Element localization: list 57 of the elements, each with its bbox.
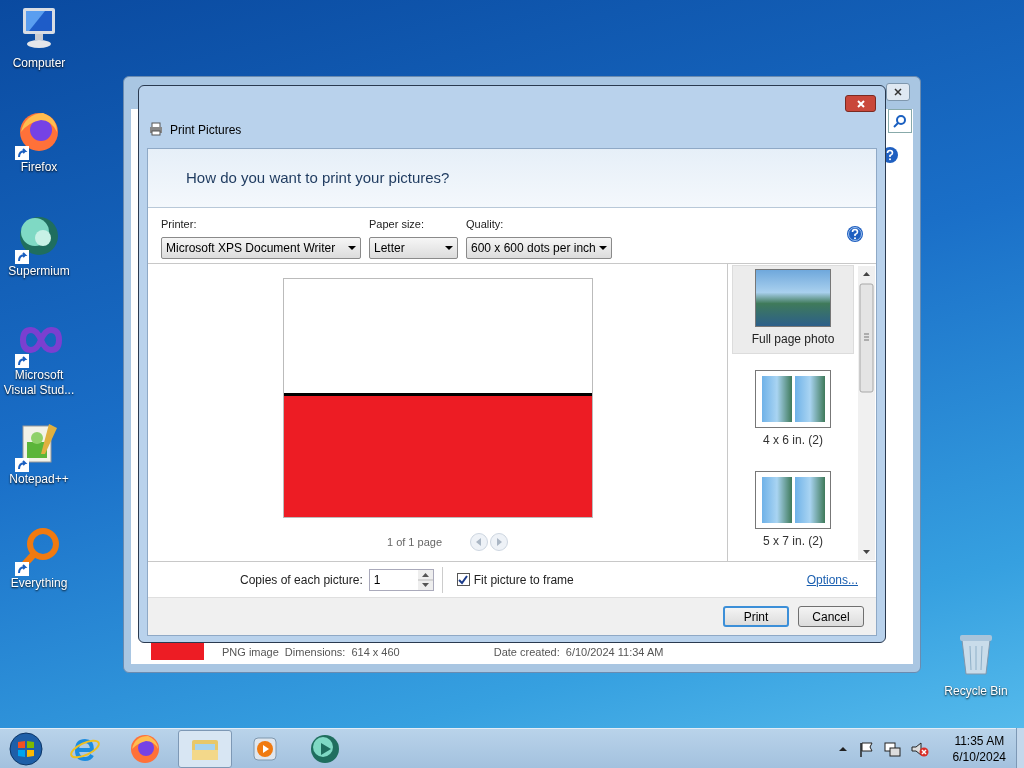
- close-button[interactable]: [886, 83, 910, 101]
- shortcut-arrow-icon: [15, 146, 29, 160]
- scrollbar[interactable]: [858, 266, 875, 560]
- spinner-arrows-icon[interactable]: [417, 569, 433, 590]
- start-button[interactable]: [9, 731, 43, 766]
- number-field[interactable]: 1: [368, 568, 434, 591]
- field-label: Quality:: [466, 217, 505, 232]
- shortcut-arrow-icon: [15, 562, 29, 576]
- dropdown[interactable]: Letter: [369, 236, 458, 259]
- close-button[interactable]: [845, 95, 876, 112]
- icon-label[interactable]: Microsoft Visual Stud...: [0, 368, 78, 398]
- firefox-icon: [129, 732, 161, 765]
- shortcut-arrow-icon: [15, 354, 29, 368]
- network-icon[interactable]: [883, 740, 901, 757]
- layout-option[interactable]: Full page photo: [732, 265, 854, 354]
- icon-label[interactable]: Everything: [10, 576, 68, 591]
- icon-label[interactable]: Computer: [12, 56, 66, 71]
- flag-icon[interactable]: [857, 740, 874, 757]
- detail-text: 6/10/2024 11:34 AM: [565, 644, 664, 660]
- close-icon: [893, 87, 903, 97]
- dropdown[interactable]: Microsoft XPS Document Writer: [161, 236, 361, 259]
- icon-label[interactable]: Notepad++: [9, 472, 69, 487]
- icon-label[interactable]: Firefox: [20, 160, 58, 175]
- search-button[interactable]: [888, 109, 912, 133]
- layout-option[interactable]: 5 x 7 in. (2): [732, 467, 854, 556]
- dialog-heading: How do you want to print your pictures?: [186, 167, 450, 188]
- caret-icon: [445, 245, 453, 250]
- field-label: Printer:: [161, 217, 198, 232]
- page-count: 1 of 1 page: [386, 534, 443, 550]
- dialog-button[interactable]: Cancel: [798, 606, 864, 627]
- printer-icon: [149, 122, 163, 136]
- search-icon: [893, 114, 907, 128]
- field-label: Copies of each picture:: [240, 571, 363, 589]
- detail-text: PNG image: [222, 644, 279, 660]
- layout-option[interactable]: 4 x 6 in. (2): [732, 366, 854, 455]
- window-title: Print Pictures: [170, 122, 242, 139]
- clock[interactable]: 11:35 AM 6/10/2024: [952, 732, 1006, 765]
- sphere-icon: [309, 732, 341, 765]
- detail-text: Date created:: [493, 644, 560, 660]
- close-icon: [855, 98, 866, 109]
- shortcut-arrow-icon: [15, 250, 29, 264]
- options-link[interactable]: Options...: [806, 570, 858, 589]
- caret-icon: [599, 245, 607, 250]
- checkbox[interactable]: [456, 573, 470, 586]
- detail-text: Dimensions:: [284, 644, 346, 660]
- detail-text: 614 x 460: [351, 644, 400, 660]
- show-hidden-icons-button[interactable]: [837, 744, 848, 753]
- checkbox-label: Fit picture to frame: [473, 571, 574, 589]
- shortcut-arrow-icon: [15, 458, 29, 472]
- checkmark-icon: [458, 574, 469, 585]
- icon-label[interactable]: Supermium: [8, 264, 70, 279]
- dialog-button[interactable]: Print: [723, 606, 789, 627]
- dropdown[interactable]: 600 x 600 dots per inch: [466, 236, 612, 259]
- caret-icon: [348, 245, 356, 250]
- field-label: Paper size:: [369, 217, 426, 232]
- help-icon[interactable]: [847, 226, 863, 242]
- muted-volume-icon[interactable]: [910, 740, 929, 757]
